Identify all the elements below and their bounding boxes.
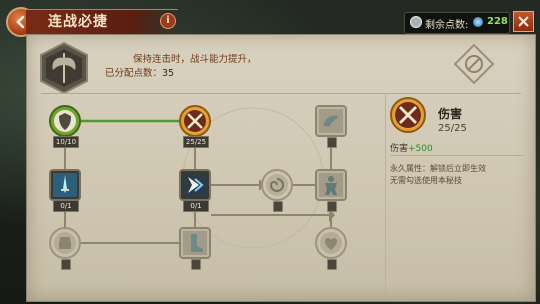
lock-icon [327, 201, 337, 212]
passive-note-1: 永久属性：解锁后立即生效 [390, 164, 486, 173]
skill-node-blue-sword[interactable]: 0/1 [49, 169, 81, 212]
skill-node-bird[interactable] [315, 105, 347, 148]
skill-node-shield[interactable]: 10/10 [49, 105, 81, 148]
skill-node-heart[interactable] [315, 227, 347, 270]
blue-sword-icon [49, 169, 81, 201]
detail-divider [390, 155, 524, 156]
skill-tree: 10/10 25/25 0/1 0/1 [33, 93, 387, 299]
skill-level: 25/25 [438, 123, 467, 134]
skill-node-dash[interactable]: 0/1 [179, 169, 211, 212]
stat-label: 伤害 [390, 144, 409, 154]
points-value: 228 [487, 16, 508, 27]
stat-value: +500 [408, 144, 433, 154]
skill-stat: 伤害+500 [390, 141, 433, 154]
heart-icon [315, 227, 347, 259]
lock-icon [327, 137, 337, 148]
skill-node-fighter[interactable] [315, 169, 347, 212]
crossed-swords-icon [390, 97, 426, 133]
crossed-swords-icon [179, 105, 211, 137]
fist-icon [49, 227, 81, 259]
reset-button[interactable] [453, 43, 495, 85]
lock-icon [273, 201, 283, 212]
axe-emblem-icon [40, 41, 88, 95]
allocated-value: 35 [162, 68, 175, 79]
node-count: 10/10 [53, 136, 79, 148]
skill-description: 保持连击时，战斗能力提升， [133, 54, 257, 65]
close-icon [518, 16, 529, 27]
skill-node-boot[interactable] [179, 227, 211, 270]
skill-node-fist[interactable] [49, 227, 81, 270]
allocated-label: 已分配点数： [105, 68, 163, 79]
lock-icon [61, 259, 71, 270]
coin-icon [410, 16, 422, 28]
fighter-icon [315, 169, 347, 201]
shield-icon [49, 105, 81, 137]
allocated-points: 已分配点数：35 [105, 65, 174, 79]
bird-icon [315, 105, 347, 137]
skill-node-crossed-swords[interactable]: 25/25 [179, 105, 211, 148]
skill-detail: 伤害 25/25 伤害+500 永久属性：解锁后立即生效 无需勾选使用本秘技 [385, 93, 532, 299]
boot-icon [179, 227, 211, 259]
swirl-icon [261, 169, 293, 201]
points-label: 剩余点数: [425, 20, 469, 31]
close-button[interactable] [513, 11, 534, 32]
info-button[interactable]: i [160, 13, 176, 29]
lock-icon [191, 259, 201, 270]
remaining-points: 剩余点数: 228 [404, 12, 510, 34]
passive-note-2: 无需勾选使用本秘技 [390, 176, 462, 185]
node-count: 0/1 [53, 200, 79, 212]
skill-node-swirl[interactable] [261, 169, 293, 212]
page-title: 连战必捷 [48, 14, 108, 30]
node-count: 25/25 [183, 136, 209, 148]
gem-icon [473, 17, 483, 27]
skill-panel: 保持连击时，战斗能力提升， 已分配点数：35 10/10 25/25 0/1 0… [26, 34, 536, 302]
lock-icon [327, 259, 337, 270]
dash-arrow-icon [179, 169, 211, 201]
skill-name: 伤害 [438, 107, 463, 121]
node-count: 0/1 [183, 200, 209, 212]
